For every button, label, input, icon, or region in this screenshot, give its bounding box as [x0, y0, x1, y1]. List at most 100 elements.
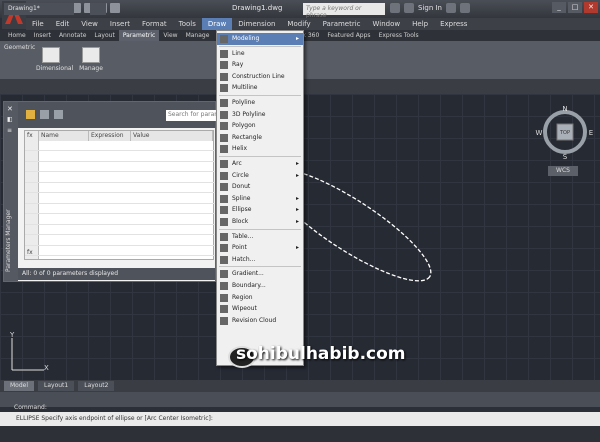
tab-featured-apps[interactable]: Featured Apps: [323, 30, 374, 41]
tab-view[interactable]: View: [159, 30, 181, 41]
dimensional-label: Dimensional: [36, 65, 74, 72]
draw-menu-item-polyline[interactable]: Polyline: [217, 97, 303, 109]
draw-menu-item-region[interactable]: Region: [217, 292, 303, 304]
draw-menu-item-multiline[interactable]: Multiline: [217, 82, 303, 94]
draw-menu-item-ray[interactable]: Ray: [217, 59, 303, 71]
help-search-input[interactable]: Type a keyword or phrase: [303, 3, 385, 19]
table-row[interactable]: [25, 246, 215, 256]
draw-menu-item-polygon[interactable]: Polygon: [217, 120, 303, 132]
tab-parametric[interactable]: Parametric: [118, 30, 160, 41]
point-icon: [220, 244, 228, 253]
table-row[interactable]: [25, 162, 215, 172]
user-icon[interactable]: [404, 3, 414, 13]
revision-cloud-icon: [220, 316, 228, 325]
viewcube[interactable]: TOP N S W E: [535, 104, 595, 174]
draw-menu-item-3d-polyline[interactable]: 3D Polyline: [217, 109, 303, 121]
line-icon: [220, 49, 228, 58]
exchange-icon[interactable]: [446, 3, 456, 13]
menu-draw[interactable]: Draw: [201, 18, 233, 30]
draw-menu-item-gradient[interactable]: Gradient...: [217, 268, 303, 280]
palette-title: Parameters Manager: [5, 209, 12, 272]
draw-menu-item-table[interactable]: Table...: [217, 231, 303, 243]
draw-menu-item-block[interactable]: Block ▸: [217, 216, 303, 228]
table-row[interactable]: [25, 183, 215, 193]
new-parameter-icon[interactable]: [26, 110, 35, 119]
menu-modify[interactable]: Modify: [281, 18, 316, 30]
tab-insert[interactable]: Insert: [30, 30, 55, 41]
wcs-dropdown[interactable]: WCS: [548, 166, 578, 176]
redo-icon[interactable]: [110, 3, 120, 13]
draw-menu-item-wipeout[interactable]: Wipeout: [217, 303, 303, 315]
menu-format[interactable]: Format: [136, 18, 173, 30]
menu-tools[interactable]: Tools: [173, 18, 202, 30]
table-row[interactable]: [25, 225, 215, 235]
tab-annotate[interactable]: Annotate: [55, 30, 90, 41]
command-history: [0, 392, 600, 407]
table-row[interactable]: [25, 215, 215, 225]
draw-menu-item-spline[interactable]: Spline ▸: [217, 193, 303, 205]
dimensional-tool-button[interactable]: Dimensional: [36, 47, 73, 77]
tab-manage[interactable]: Manage: [182, 30, 214, 41]
draw-menu-item-ellipse[interactable]: Ellipse ▸: [217, 204, 303, 216]
table-row[interactable]: [25, 236, 215, 246]
table-row[interactable]: [25, 173, 215, 183]
new-tab-button[interactable]: [90, 3, 106, 15]
properties-icon[interactable]: ≡: [7, 127, 12, 134]
draw-menu-item-hatch[interactable]: Hatch...: [217, 254, 303, 266]
close-icon[interactable]: ✕: [7, 105, 13, 113]
tab-layout[interactable]: Layout: [90, 30, 118, 41]
draw-menu-item-revision-cloud[interactable]: Revision Cloud: [217, 315, 303, 327]
menu-express[interactable]: Express: [434, 18, 473, 30]
tab-express-tools[interactable]: Express Tools: [375, 30, 423, 41]
3d-polyline-icon: [220, 110, 228, 119]
tab-home[interactable]: Home: [4, 30, 30, 41]
layout-tab-layout2[interactable]: Layout2: [78, 381, 115, 391]
draw-menu-item-circle[interactable]: Circle ▸: [217, 170, 303, 182]
layout-tab-layout1[interactable]: Layout1: [38, 381, 75, 391]
column-header-expression[interactable]: Expression: [89, 131, 131, 141]
close-button[interactable]: ✕: [584, 2, 598, 13]
filter-icon[interactable]: [40, 110, 49, 119]
search-icon[interactable]: [390, 3, 400, 13]
block-icon: [220, 218, 228, 226]
menu-insert[interactable]: Insert: [104, 18, 136, 30]
menu-view[interactable]: View: [75, 18, 104, 30]
menu-file[interactable]: File: [26, 18, 50, 30]
compass-e: E: [589, 129, 593, 137]
ribbon-group-label: Geometric: [4, 44, 36, 51]
menu-parametric[interactable]: Parametric: [317, 18, 367, 30]
menu-separator: [219, 228, 301, 230]
column-header-value[interactable]: Value: [131, 131, 213, 141]
menu-window[interactable]: Window: [367, 18, 407, 30]
menu-edit[interactable]: Edit: [50, 18, 76, 30]
table-row[interactable]: [25, 152, 215, 162]
draw-menu-label: Arc: [232, 160, 242, 167]
draw-menu-label: Rectangle: [232, 133, 262, 141]
layout-tabs: Model Layout1 Layout2: [0, 380, 600, 392]
table-row[interactable]: [25, 204, 215, 214]
draw-menu-item-modeling[interactable]: Modeling ▸: [217, 33, 303, 45]
manage-tool-button[interactable]: Manage: [76, 47, 106, 77]
delete-icon[interactable]: [54, 110, 63, 119]
menu-dimension[interactable]: Dimension: [232, 18, 281, 30]
table-icon: [220, 232, 228, 241]
draw-menu-item-construction-line[interactable]: Construction Line: [217, 71, 303, 83]
autohide-icon[interactable]: ◧: [7, 116, 13, 123]
menu-help[interactable]: Help: [406, 18, 434, 30]
draw-menu-item-point[interactable]: Point ▸: [217, 242, 303, 254]
layout-tab-model[interactable]: Model: [4, 381, 35, 391]
draw-menu-item-rectangle[interactable]: Rectangle: [217, 132, 303, 144]
sign-in-link[interactable]: Sign In: [418, 4, 442, 12]
draw-menu-item-boundary[interactable]: Boundary...: [217, 280, 303, 292]
help-icon[interactable]: [460, 3, 470, 13]
minimize-button[interactable]: _: [552, 2, 566, 13]
draw-menu-item-line[interactable]: Line: [217, 48, 303, 60]
draw-menu-item-helix[interactable]: Helix: [217, 143, 303, 155]
column-header-name[interactable]: Name: [39, 131, 89, 141]
draw-menu-item-donut[interactable]: Donut: [217, 181, 303, 193]
table-row[interactable]: [25, 141, 215, 151]
draw-menu-item-arc[interactable]: Arc ▸: [217, 158, 303, 170]
document-tab[interactable]: Drawing1*: [4, 3, 74, 15]
maximize-button[interactable]: □: [568, 2, 582, 13]
table-row[interactable]: [25, 194, 215, 204]
